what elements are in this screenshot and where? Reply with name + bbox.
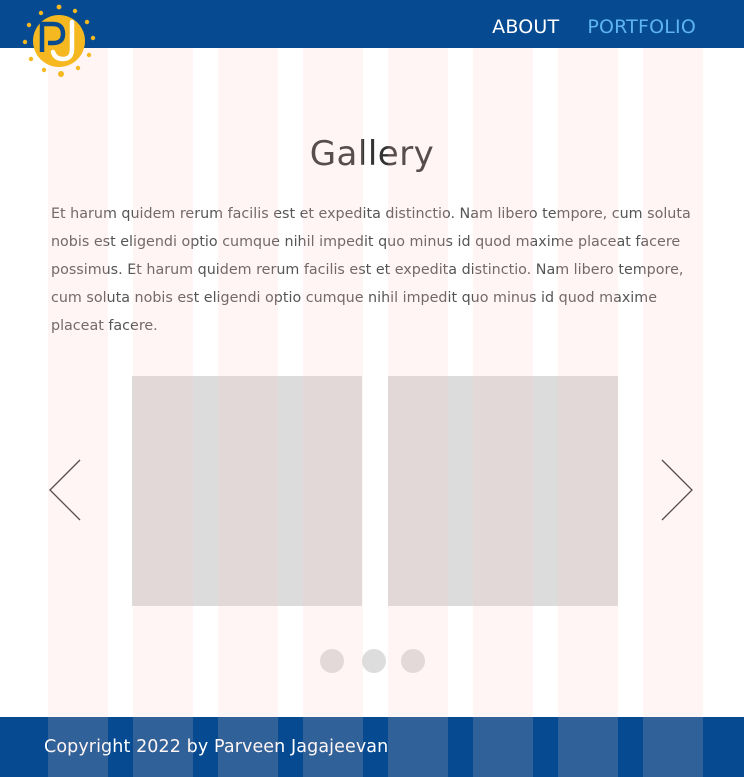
page-title: Gallery: [309, 134, 435, 174]
main-nav: ABOUT PORTFOLIO: [492, 0, 696, 48]
site-header: ABOUT PORTFOLIO: [0, 0, 744, 48]
carousel-dot-3[interactable]: [401, 649, 425, 673]
chevron-right-icon[interactable]: [658, 458, 698, 522]
copyright-text: Copyright 2022 by Parveen Jagajeevan: [44, 737, 389, 757]
chevron-left-icon[interactable]: [44, 458, 84, 522]
gallery-slide-2[interactable]: [388, 376, 618, 606]
logo-sunburst-icon: [22, 4, 96, 77]
nav-link-portfolio[interactable]: PORTFOLIO: [587, 17, 696, 37]
logo[interactable]: [20, 2, 98, 78]
site-footer: Copyright 2022 by Parveen Jagajeevan: [0, 717, 744, 777]
gallery-slide-1[interactable]: [132, 376, 362, 606]
nav-link-about[interactable]: ABOUT: [492, 17, 559, 37]
carousel-dot-2[interactable]: [362, 649, 386, 673]
intro-paragraph: Et harum quidem rerum facilis est et exp…: [51, 206, 691, 334]
carousel-dot-1[interactable]: [320, 649, 344, 673]
